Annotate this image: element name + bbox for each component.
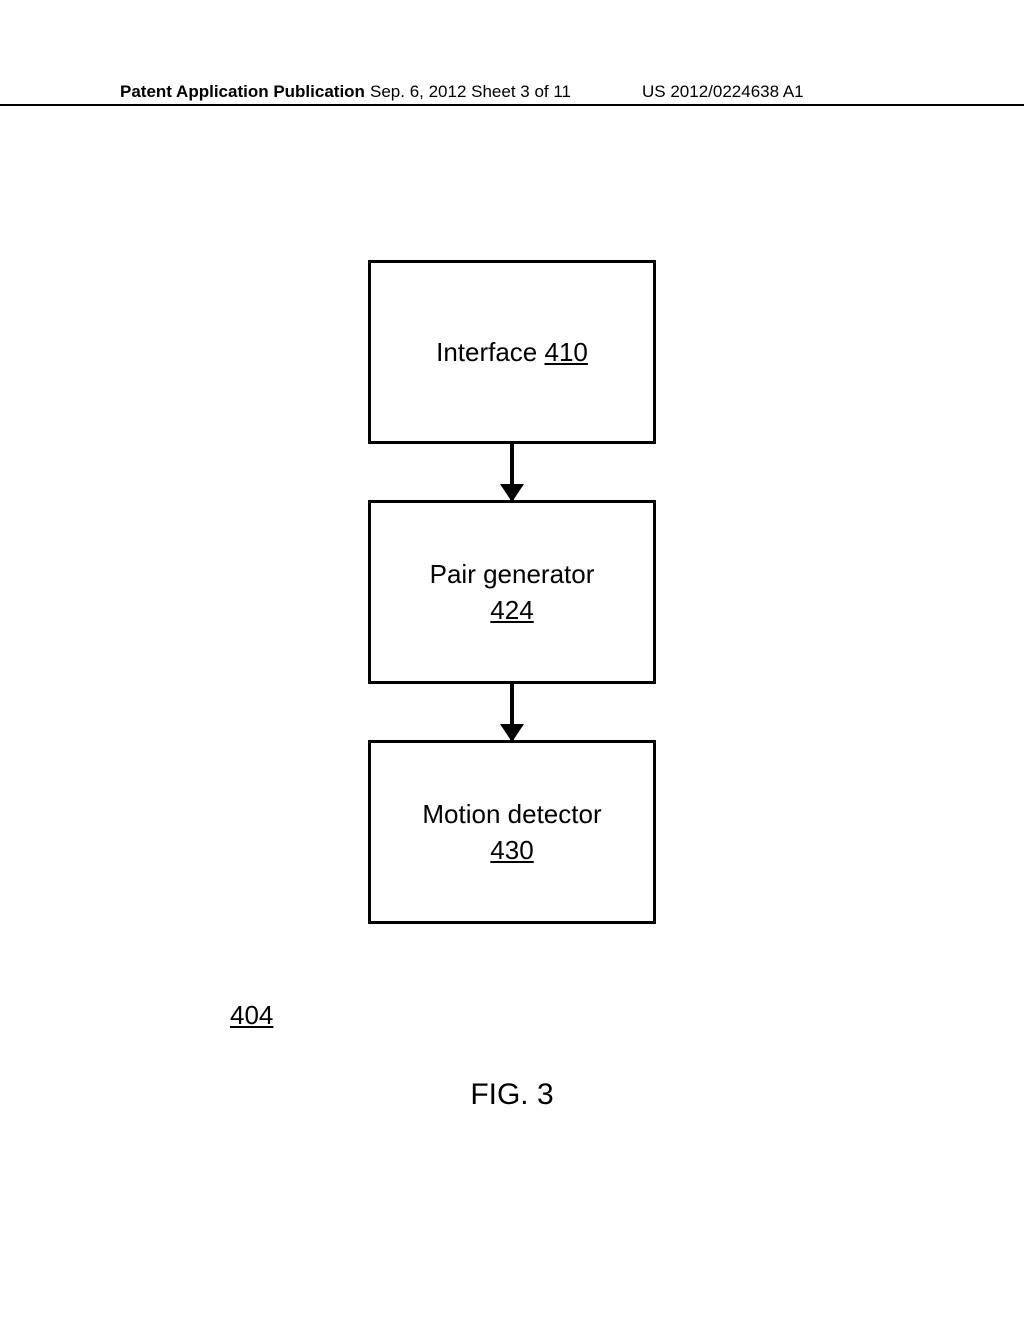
header-publication-number: US 2012/0224638 A1 [642, 82, 804, 102]
figure-caption: FIG. 3 [0, 1078, 1024, 1112]
arrow-2 [510, 684, 514, 740]
box-interface: Interface 410 [368, 260, 656, 444]
box-pair-generator-ref: 424 [490, 595, 533, 625]
box-motion-detector-ref: 430 [490, 835, 533, 865]
arrow-1 [510, 444, 514, 500]
figure-reference-number: 404 [230, 1000, 273, 1031]
header-date-sheet: Sep. 6, 2012 Sheet 3 of 11 [370, 82, 571, 102]
header-publication-type: Patent Application Publication [120, 82, 365, 102]
arrow-head-icon [500, 724, 524, 742]
box-interface-ref: 410 [545, 337, 588, 367]
box-pair-generator: Pair generator 424 [368, 500, 656, 684]
box-motion-detector-label: Motion detector [422, 799, 601, 829]
box-interface-label: Interface [436, 337, 544, 367]
box-motion-detector: Motion detector 430 [368, 740, 656, 924]
flowchart-diagram: Interface 410 Pair generator 424 Motion … [0, 260, 1024, 924]
box-pair-generator-label: Pair generator [430, 559, 595, 589]
arrow-head-icon [500, 484, 524, 502]
page-header: Patent Application Publication Sep. 6, 2… [0, 82, 1024, 106]
